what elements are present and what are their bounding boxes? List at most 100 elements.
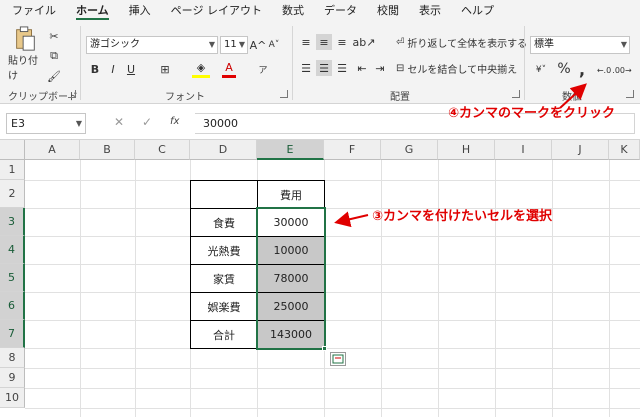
- row-header-1[interactable]: 1: [0, 160, 25, 180]
- percent-style-button[interactable]: %: [556, 60, 572, 78]
- underline-button[interactable]: U: [124, 60, 138, 78]
- tab-formulas[interactable]: 数式: [282, 0, 304, 22]
- tab-help[interactable]: ヘルプ: [461, 0, 494, 22]
- name-box[interactable]: E3 ▼: [6, 113, 86, 134]
- enter-icon[interactable]: ✓: [142, 115, 152, 129]
- clipboard-launcher-icon[interactable]: [68, 90, 76, 98]
- tab-file[interactable]: ファイル: [12, 0, 56, 22]
- gridline: [25, 388, 640, 389]
- font-size-combo[interactable]: 11 ▼: [220, 36, 248, 54]
- merge-center-label: セルを結合して中央揃え: [407, 64, 518, 76]
- column-header-b[interactable]: B: [80, 140, 135, 160]
- tab-data[interactable]: データ: [324, 0, 357, 22]
- gridline: [381, 160, 382, 417]
- bold-button[interactable]: B: [88, 60, 102, 78]
- ribbon-tabs: ファイル ホーム 挿入 ページ レイアウト 数式 データ 校閲 表示 ヘルプ: [0, 0, 640, 22]
- row-header-5[interactable]: 5: [0, 264, 25, 292]
- column-header-j[interactable]: J: [552, 140, 609, 160]
- gridline: [495, 160, 496, 417]
- align-left-icon[interactable]: ☰: [298, 60, 314, 76]
- column-header-c[interactable]: C: [135, 140, 190, 160]
- row-header-8[interactable]: 8: [0, 348, 25, 368]
- font-name-combo[interactable]: 游ゴシック ▼: [86, 36, 218, 54]
- align-top-icon[interactable]: ≡: [298, 34, 314, 50]
- group-separator: [80, 26, 81, 100]
- cell-d5[interactable]: 家賃: [191, 265, 257, 292]
- shrink-font-icon[interactable]: A˅: [267, 36, 281, 54]
- chevron-down-icon: ▼: [75, 119, 82, 128]
- chevron-down-icon: ▼: [238, 40, 245, 49]
- gridline: [552, 160, 553, 417]
- formula-buttons: ✕ ✓ fx: [100, 113, 190, 134]
- gridline: [25, 264, 640, 265]
- fill-handle[interactable]: [322, 346, 327, 351]
- tab-home[interactable]: ホーム: [76, 0, 109, 22]
- cut-icon[interactable]: ✂: [46, 28, 62, 44]
- quick-analysis-icon[interactable]: [330, 352, 346, 366]
- row-header-2[interactable]: 2: [0, 180, 25, 208]
- row-header-6[interactable]: 6: [0, 292, 25, 320]
- align-bottom-icon[interactable]: ≡: [334, 34, 350, 50]
- borders-icon[interactable]: ⊞: [156, 60, 174, 78]
- column-header-g[interactable]: G: [381, 140, 438, 160]
- font-color-icon[interactable]: A: [222, 60, 236, 78]
- cell-d7[interactable]: 合計: [191, 321, 257, 348]
- row-header-3[interactable]: 3: [0, 208, 25, 236]
- merge-center-button[interactable]: ⊟ セルを結合して中央揃え: [396, 60, 528, 76]
- annotation-step3: ③カンマを付けたいセルを選択: [372, 209, 553, 224]
- cell-d3[interactable]: 食費: [191, 209, 257, 236]
- number-group-label: 数値: [562, 92, 582, 103]
- row-header-7[interactable]: 7: [0, 320, 25, 348]
- gridline: [25, 292, 640, 293]
- tab-insert[interactable]: 挿入: [129, 0, 151, 22]
- row-header-4[interactable]: 4: [0, 236, 25, 264]
- italic-button[interactable]: I: [106, 60, 120, 78]
- column-header-k[interactable]: K: [609, 140, 640, 160]
- copy-icon[interactable]: ⧉: [46, 48, 62, 64]
- increase-decimal-icon[interactable]: ←.0: [596, 62, 612, 78]
- align-middle-icon[interactable]: ≡: [316, 34, 332, 50]
- comma-style-button[interactable]: ,: [574, 60, 590, 79]
- format-painter-icon[interactable]: 🖌: [46, 68, 62, 84]
- wrap-text-button[interactable]: ⏎ 折り返して全体を表示する: [396, 34, 536, 50]
- column-header-h[interactable]: H: [438, 140, 495, 160]
- align-center-icon[interactable]: ☰: [316, 60, 332, 76]
- row-header-9[interactable]: 9: [0, 368, 25, 388]
- gridline: [25, 368, 640, 369]
- indent-icon[interactable]: ⇤: [354, 60, 370, 76]
- column-header-f[interactable]: F: [324, 140, 381, 160]
- cell-d4[interactable]: 光熱費: [191, 237, 257, 264]
- column-header-d[interactable]: D: [190, 140, 257, 160]
- number-format-combo[interactable]: 標準 ▼: [530, 36, 630, 54]
- column-header-a[interactable]: A: [25, 140, 80, 160]
- tab-review[interactable]: 校閲: [377, 0, 399, 22]
- ribbon: 貼り付け ✂ ⧉ 🖌 クリップボード 游ゴシック ▼ 11 ▼ A^ A˅ B …: [0, 22, 640, 104]
- gridline: [25, 236, 640, 237]
- insert-function-button[interactable]: fx: [170, 116, 179, 127]
- paste-button[interactable]: 貼り付け: [8, 26, 42, 82]
- wrap-text-label: 折り返して全体を表示する: [407, 38, 528, 50]
- decrease-decimal-icon[interactable]: .00→: [612, 62, 631, 78]
- column-header-e[interactable]: E: [257, 140, 324, 160]
- orientation-icon[interactable]: ab↗: [353, 34, 376, 50]
- fill-color-icon[interactable]: ◈: [192, 60, 210, 78]
- align-right-icon[interactable]: ☰: [334, 60, 350, 76]
- group-separator: [524, 26, 525, 100]
- font-launcher-icon[interactable]: [280, 90, 288, 98]
- accounting-format-icon[interactable]: ¥˅: [530, 62, 552, 78]
- formula-bar: E3 ▼ ✕ ✓ fx 30000 ④カンマのマークをクリック: [0, 104, 640, 140]
- select-all-corner[interactable]: [0, 140, 25, 160]
- chevron-down-icon: ▼: [620, 40, 627, 49]
- cell-e2-header[interactable]: 費用: [258, 181, 324, 208]
- cancel-icon[interactable]: ✕: [114, 115, 124, 129]
- cell-d6[interactable]: 娯楽費: [191, 293, 257, 320]
- number-launcher-icon[interactable]: [626, 90, 634, 98]
- outdent-icon[interactable]: ⇥: [372, 60, 388, 76]
- row-header-10[interactable]: 10: [0, 388, 25, 408]
- grow-font-icon[interactable]: A^: [250, 36, 267, 54]
- tab-view[interactable]: 表示: [419, 0, 441, 22]
- alignment-launcher-icon[interactable]: [512, 90, 520, 98]
- column-header-i[interactable]: I: [495, 140, 552, 160]
- tab-page-layout[interactable]: ページ レイアウト: [171, 0, 262, 22]
- phonetic-icon[interactable]: ア: [256, 60, 270, 78]
